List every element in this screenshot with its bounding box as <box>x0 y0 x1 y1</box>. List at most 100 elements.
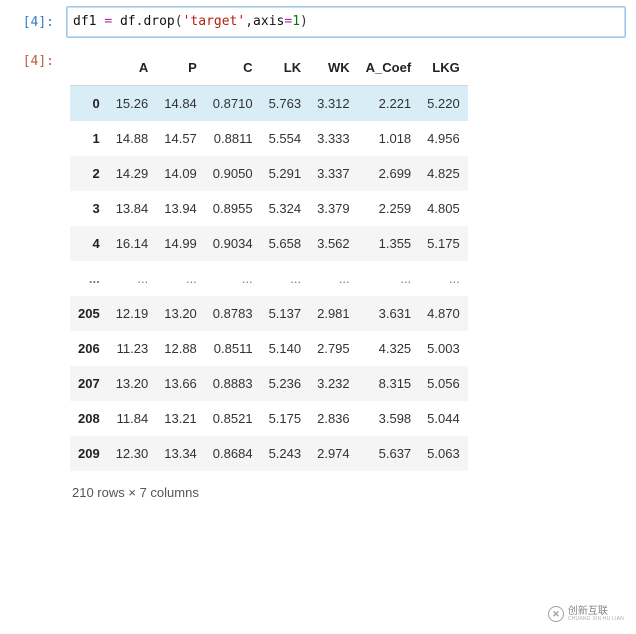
cell: 0.8883 <box>205 366 261 401</box>
cell: 12.19 <box>108 296 157 331</box>
cell: 3.337 <box>309 156 358 191</box>
cell: 3.598 <box>358 401 420 436</box>
cell: 2.699 <box>358 156 420 191</box>
table-row[interactable]: 207 13.20 13.66 0.8883 5.236 3.232 8.315… <box>70 366 468 401</box>
cell: 14.29 <box>108 156 157 191</box>
cell: ... <box>358 261 420 296</box>
row-index: 2 <box>70 156 108 191</box>
cell: 8.315 <box>358 366 420 401</box>
cell: 15.26 <box>108 86 157 122</box>
code-kwarg: axis <box>253 14 284 29</box>
col-P: P <box>156 50 205 86</box>
cell: 12.88 <box>156 331 205 366</box>
header-row: A P C LK WK A_Coef LKG <box>70 50 468 86</box>
table-row[interactable]: 208 11.84 13.21 0.8521 5.175 2.836 3.598… <box>70 401 468 436</box>
dataframe-output: A P C LK WK A_Coef LKG 0 15.26 14.84 0.8… <box>66 50 468 471</box>
cell: 13.20 <box>108 366 157 401</box>
row-index: 205 <box>70 296 108 331</box>
cell: ... <box>108 261 157 296</box>
table-row[interactable]: 3 13.84 13.94 0.8955 5.324 3.379 2.259 4… <box>70 191 468 226</box>
cell: 0.8783 <box>205 296 261 331</box>
cell: 4.870 <box>419 296 468 331</box>
cell: ... <box>156 261 205 296</box>
code-str: 'target' <box>183 14 246 29</box>
cell: 0.8684 <box>205 436 261 471</box>
cell: 4.825 <box>419 156 468 191</box>
input-prompt-label: [4]: <box>8 15 58 30</box>
cell: 4.325 <box>358 331 420 366</box>
table-row[interactable]: 4 16.14 14.99 0.9034 5.658 3.562 1.355 5… <box>70 226 468 261</box>
cell: 13.34 <box>156 436 205 471</box>
input-row: [4]: df1 = df.drop('target',axis=1) <box>0 0 636 42</box>
cell: 14.57 <box>156 121 205 156</box>
cell: 0.8710 <box>205 86 261 122</box>
table-row[interactable]: 205 12.19 13.20 0.8783 5.137 2.981 3.631… <box>70 296 468 331</box>
code-method: drop <box>143 14 174 29</box>
cell: 1.355 <box>358 226 420 261</box>
cell: 13.94 <box>156 191 205 226</box>
cell: 4.805 <box>419 191 468 226</box>
cell: 3.631 <box>358 296 420 331</box>
cell: 5.175 <box>261 401 310 436</box>
cell: 3.379 <box>309 191 358 226</box>
dataframe-table: A P C LK WK A_Coef LKG 0 15.26 14.84 0.8… <box>70 50 468 471</box>
cell: 13.20 <box>156 296 205 331</box>
col-LK: LK <box>261 50 310 86</box>
cell: 0.8511 <box>205 331 261 366</box>
col-WK: WK <box>309 50 358 86</box>
cell: 13.66 <box>156 366 205 401</box>
row-index: ... <box>70 261 108 296</box>
cell: ... <box>419 261 468 296</box>
output-row: [4]: A P C LK WK A_Coef LKG 0 15.26 <box>0 42 636 471</box>
table-row[interactable]: 1 14.88 14.57 0.8811 5.554 3.333 1.018 4… <box>70 121 468 156</box>
cell: 2.259 <box>358 191 420 226</box>
cell: 2.795 <box>309 331 358 366</box>
header-index <box>70 50 108 86</box>
cell: 14.99 <box>156 226 205 261</box>
cell: 11.84 <box>108 401 157 436</box>
cell: 5.554 <box>261 121 310 156</box>
cell: 12.30 <box>108 436 157 471</box>
cell: 0.8521 <box>205 401 261 436</box>
col-A: A <box>108 50 157 86</box>
cell: 5.140 <box>261 331 310 366</box>
cell: 5.175 <box>419 226 468 261</box>
code-kwval: 1 <box>292 14 300 29</box>
row-index: 208 <box>70 401 108 436</box>
cell: 11.23 <box>108 331 157 366</box>
cell: 3.333 <box>309 121 358 156</box>
cell: 2.836 <box>309 401 358 436</box>
cell: 5.220 <box>419 86 468 122</box>
cell: 5.763 <box>261 86 310 122</box>
cell: 5.056 <box>419 366 468 401</box>
table-row[interactable]: 2 14.29 14.09 0.9050 5.291 3.337 2.699 4… <box>70 156 468 191</box>
cell: 1.018 <box>358 121 420 156</box>
cell: 5.137 <box>261 296 310 331</box>
cell: 0.9050 <box>205 156 261 191</box>
watermark-text-en: CHUANG XIN HU LIAN <box>568 617 624 622</box>
cell: ... <box>205 261 261 296</box>
watermark-logo: ✕ 创新互联 CHUANG XIN HU LIAN <box>548 606 624 622</box>
output-prompt-label: [4]: <box>8 50 58 471</box>
cell: 14.84 <box>156 86 205 122</box>
table-row-ellipsis: ... ... ... ... ... ... ... ... <box>70 261 468 296</box>
cell: 2.221 <box>358 86 420 122</box>
table-row[interactable]: 0 15.26 14.84 0.8710 5.763 3.312 2.221 5… <box>70 86 468 122</box>
code-lhs: df1 <box>73 14 96 29</box>
code-input[interactable]: df1 = df.drop('target',axis=1) <box>66 6 626 38</box>
cell: 0.9034 <box>205 226 261 261</box>
cell: 5.044 <box>419 401 468 436</box>
table-body: 0 15.26 14.84 0.8710 5.763 3.312 2.221 5… <box>70 86 468 472</box>
cell: 0.8955 <box>205 191 261 226</box>
cell: 2.974 <box>309 436 358 471</box>
row-index: 207 <box>70 366 108 401</box>
cell: ... <box>309 261 358 296</box>
cell: 16.14 <box>108 226 157 261</box>
shape-caption: 210 rows × 7 columns <box>72 485 636 500</box>
table-row[interactable]: 209 12.30 13.34 0.8684 5.243 2.974 5.637… <box>70 436 468 471</box>
table-row[interactable]: 206 11.23 12.88 0.8511 5.140 2.795 4.325… <box>70 331 468 366</box>
cell: 3.562 <box>309 226 358 261</box>
watermark-icon: ✕ <box>548 606 564 622</box>
cell: 5.236 <box>261 366 310 401</box>
cell: 2.981 <box>309 296 358 331</box>
